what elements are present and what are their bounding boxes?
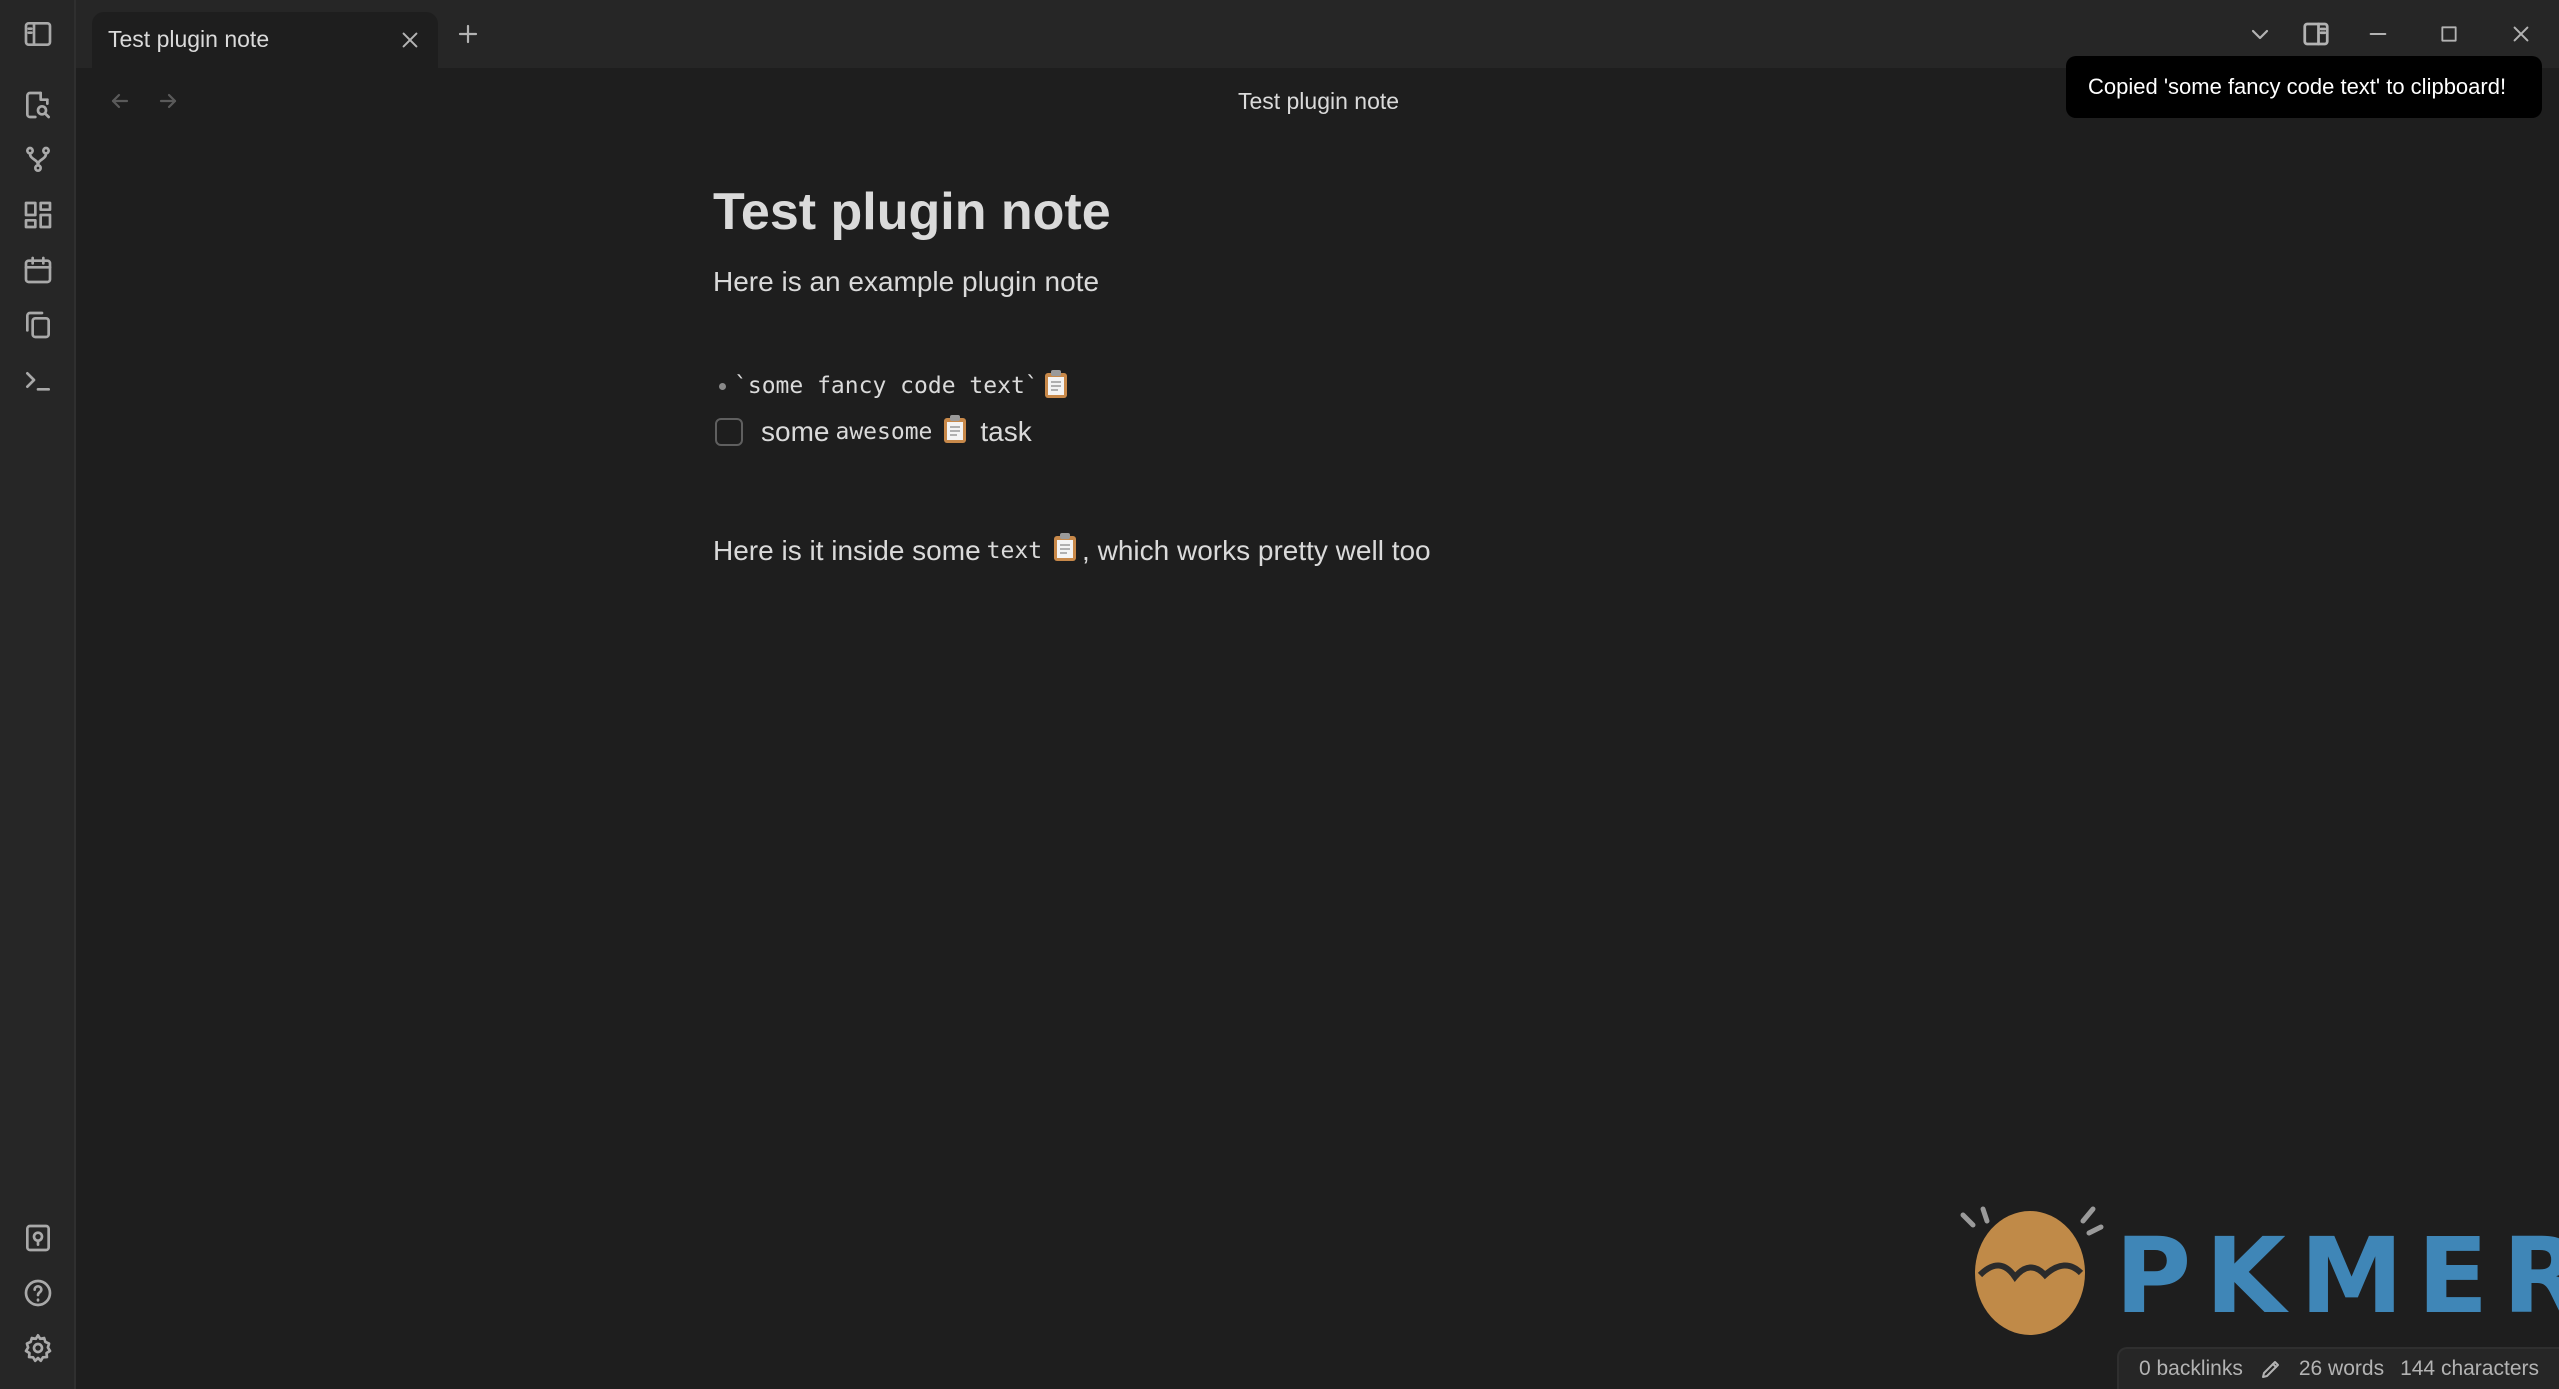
notice-toast[interactable]: Copied 'some fancy code text' to clipboa… — [2066, 56, 2542, 118]
para-text-after: , which works pretty well too — [1082, 534, 1431, 566]
pkmer-logo-icon — [1960, 1206, 2104, 1335]
help-icon[interactable] — [18, 1273, 58, 1313]
clipboard-icon[interactable] — [942, 414, 968, 451]
clipboard-icon[interactable] — [1052, 532, 1078, 569]
calendar-icon[interactable] — [18, 250, 58, 290]
window-close-icon[interactable] — [2501, 14, 2541, 54]
left-ribbon — [0, 0, 76, 1389]
pencil-icon[interactable] — [2259, 1357, 2283, 1381]
search-file-icon[interactable] — [18, 85, 58, 125]
note-paragraph: Here is it inside some text , which work… — [713, 532, 1431, 569]
status-bar: 0 backlinks 26 words 144 characters — [2116, 1347, 2559, 1389]
task-text-before: some — [761, 416, 830, 447]
sidebar-toggle-icon[interactable] — [18, 14, 58, 54]
canvas-icon[interactable] — [18, 195, 58, 235]
tab-title: Test plugin note — [108, 26, 270, 52]
clipboard-icon[interactable] — [1043, 369, 1069, 404]
note-content: Test plugin note Here is an example plug… — [713, 180, 1853, 566]
new-tab-plus-icon[interactable] — [450, 16, 486, 52]
bullet-dot — [719, 382, 726, 390]
task-text-after: task — [980, 416, 1032, 447]
maximize-icon[interactable] — [2429, 14, 2469, 54]
pkmer-text: PKMER — [2115, 1215, 2559, 1337]
graph-icon[interactable] — [18, 140, 58, 180]
list-item: `some fancy code text` — [713, 366, 1073, 406]
note-intro: Here is an example plugin note — [713, 266, 1100, 297]
para-text-before: Here is it inside some — [713, 534, 981, 566]
inline-code: text — [986, 537, 1043, 564]
task-checkbox[interactable] — [715, 418, 743, 446]
minimize-icon[interactable] — [2358, 14, 2398, 54]
close-icon[interactable] — [394, 24, 426, 56]
word-count: 26 words — [2298, 1357, 2385, 1380]
character-count: 144 characters — [2400, 1357, 2539, 1380]
split-view-icon[interactable] — [2296, 14, 2336, 54]
settings-icon[interactable] — [18, 1328, 58, 1368]
vault-icon[interactable] — [18, 1218, 58, 1258]
inline-code: awesome — [835, 419, 933, 445]
task-item: some awesome task — [713, 410, 1032, 454]
note-heading: Test plugin note — [713, 183, 1111, 241]
tab-test-plugin-note[interactable]: Test plugin note — [92, 12, 438, 68]
chevron-down-icon[interactable] — [2240, 14, 2280, 54]
inline-code: `some fancy code text` — [734, 373, 1039, 399]
backlinks-count[interactable]: 0 backlinks — [2139, 1357, 2243, 1381]
pkmer-watermark: PKMER — [1955, 1195, 2559, 1340]
copy-files-icon[interactable] — [18, 305, 58, 345]
terminal-icon[interactable] — [18, 360, 58, 400]
